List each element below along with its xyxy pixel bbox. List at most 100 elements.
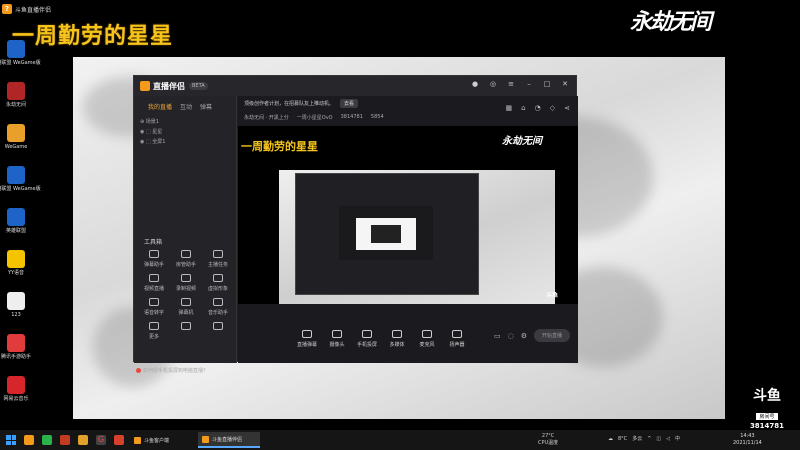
shortcut-label: 英雄联盟 WeGame版 (0, 60, 41, 66)
room-number: 3814781 (749, 422, 785, 430)
control-label: 摄像头 (329, 342, 345, 348)
menu-icon[interactable]: ≡ (506, 80, 516, 88)
taskbar: G 斗鱼客户端 斗鱼直播伴侣 27°C CPU温度 ☁ 8°C 多云 ^ ◫ ◁… (0, 430, 800, 450)
app-name: 直播伴侣 (153, 81, 185, 91)
control-label: 直播弹幕 (296, 342, 317, 348)
tab-danmu[interactable]: 弹幕 (200, 102, 212, 111)
control-label: 多媒体 (389, 342, 405, 348)
tool-item[interactable]: 虚拟形象 (202, 274, 234, 292)
desktop-shortcut[interactable]: 永劫无间 (2, 82, 30, 122)
network-icon[interactable]: ◫ (656, 436, 661, 442)
grid-icon[interactable]: ▦ (506, 104, 513, 112)
tool-icon (149, 322, 159, 330)
notice-button[interactable]: 去看 (340, 98, 359, 108)
desktop-shortcut[interactable]: YY语音 (2, 250, 30, 290)
desktop-shortcut[interactable]: 腾讯手游助手 (1, 334, 31, 374)
tool-item[interactable]: 视频直播 (138, 274, 170, 292)
record-icon[interactable]: ▭ (494, 332, 501, 340)
minimize-icon[interactable]: – (524, 80, 534, 88)
eye-icon[interactable]: ◌ (508, 332, 514, 340)
control-item[interactable]: 麦克风 (416, 324, 438, 348)
volume-icon[interactable]: ◁ (666, 436, 670, 442)
desktop-shortcut[interactable]: WeGame (2, 124, 30, 164)
preview-title: 一周勤劳的星星 (241, 140, 318, 153)
tool-item[interactable]: 弹幕机 (170, 298, 202, 316)
tool-item[interactable]: 语音转字 (138, 298, 170, 316)
skin-icon[interactable]: ◎ (488, 80, 498, 88)
stream-header: ? 斗鱼直播伴侣 一周勤劳的星星 永劫无间 (0, 0, 800, 49)
main-toolbar-icons: ▦ ⌂ ◔ ◇ ⋖ (506, 104, 570, 112)
notice-text: 顶级创作者计划，在招募队友上推动机。 (244, 100, 335, 107)
control-item[interactable]: 直播弹幕 (296, 324, 318, 348)
tool-item[interactable]: 音乐助手 (202, 298, 234, 316)
shortcut-icon (7, 124, 25, 142)
scene-item[interactable]: ⊕ 场景1 (134, 117, 236, 127)
tool-item[interactable]: 弹幕助手 (138, 250, 170, 268)
chevron-up-icon[interactable]: ^ (647, 436, 651, 442)
control-label: 麦克风 (419, 342, 435, 348)
tool-item[interactable]: 房管助手 (170, 250, 202, 268)
desktop-shortcut[interactable]: 英雄联盟 WeGame版 (0, 166, 41, 206)
weather-icon[interactable]: ☁ (608, 436, 613, 442)
app-titlebar: 直播伴侣 BETA ● ◎ ≡ – □ ✕ (134, 76, 576, 96)
desktop-shortcut[interactable]: 英雄联盟 WeGame版 (0, 40, 41, 80)
tab-interact[interactable]: 互动 (180, 102, 192, 111)
shortcut-icon (7, 208, 25, 226)
tool-item[interactable] (170, 322, 202, 340)
wechat-icon[interactable] (42, 435, 52, 445)
lock-icon[interactable]: ⌂ (521, 104, 525, 112)
taskbar-task-active[interactable]: 斗鱼直播伴侣 (198, 432, 260, 448)
desktop-shortcut[interactable]: 网易云音乐 (2, 376, 30, 416)
taskbar-task[interactable]: 斗鱼客户端 (130, 432, 192, 448)
clock[interactable]: 14:43 2021/11/14 (733, 433, 762, 447)
tool-icon (181, 250, 191, 258)
tool-label: 更多 (148, 334, 159, 340)
shortcut-icon (7, 82, 25, 100)
tab-my-live[interactable]: 我的直播 (148, 102, 172, 111)
avatar-icon[interactable]: ● (470, 80, 480, 88)
game-logo: 永劫无间 (630, 9, 712, 35)
ime-icon[interactable]: 中 (675, 435, 680, 442)
settings-icon[interactable]: ⚙ (521, 332, 527, 340)
scene-item[interactable]: ◉ ⬚ 全屏1 (134, 137, 236, 147)
shortcut-icon (7, 334, 25, 352)
app-icon[interactable] (114, 435, 124, 445)
bell-icon[interactable]: ◔ (535, 104, 541, 112)
control-icon (392, 330, 402, 338)
stream-preview[interactable]: 一周勤劳的星星 永劫无间 斗鱼 (238, 126, 578, 304)
control-item[interactable]: 扬声器 (446, 324, 468, 348)
task-icon (202, 435, 209, 443)
start-live-button[interactable]: 开始直播 (533, 329, 570, 342)
desktop-shortcut[interactable]: 英雄联盟 (2, 208, 30, 248)
tool-label: 虚拟形象 (207, 286, 228, 292)
tool-item[interactable]: 主播任务 (202, 250, 234, 268)
desktop-shortcut[interactable]: 123 (2, 292, 30, 332)
tool-item[interactable]: 更多 (138, 322, 170, 340)
douyu-brand: 斗鱼 (753, 388, 781, 404)
bottom-tip[interactable]: 如何把手机投屏到电脑直播? (136, 367, 206, 374)
douyu-taskbar-icon[interactable] (24, 435, 34, 445)
tip-dot-icon (136, 368, 141, 373)
app-icon[interactable] (78, 435, 88, 445)
start-icon[interactable] (6, 435, 16, 445)
scene-item[interactable]: ◉ ⬚ 星星 (134, 127, 236, 137)
control-item[interactable]: 多媒体 (386, 324, 408, 348)
maximize-icon[interactable]: □ (542, 80, 552, 88)
tool-item[interactable] (202, 322, 234, 340)
douyu-app-icon: ? (2, 4, 12, 14)
system-tray: ☁ 8°C 多云 ^ ◫ ◁ 中 (608, 435, 680, 443)
app-logo-icon (140, 81, 150, 91)
app-logo: 直播伴侣 (140, 81, 185, 92)
share-icon[interactable]: ⋖ (564, 104, 570, 112)
room-label: 房间号 (756, 413, 778, 420)
close-icon[interactable]: ✕ (560, 80, 570, 88)
shield-icon[interactable]: ◇ (550, 104, 555, 112)
tool-item[interactable]: 录制视频 (170, 274, 202, 292)
browser-icon[interactable]: G (96, 435, 106, 445)
app-icon[interactable] (60, 435, 70, 445)
tool-icon (213, 250, 223, 258)
control-icon (302, 330, 312, 338)
control-item[interactable]: 摄像头 (326, 324, 348, 348)
control-item[interactable]: 手机投屏 (356, 324, 378, 348)
shortcut-label: 永劫无间 (5, 102, 26, 108)
